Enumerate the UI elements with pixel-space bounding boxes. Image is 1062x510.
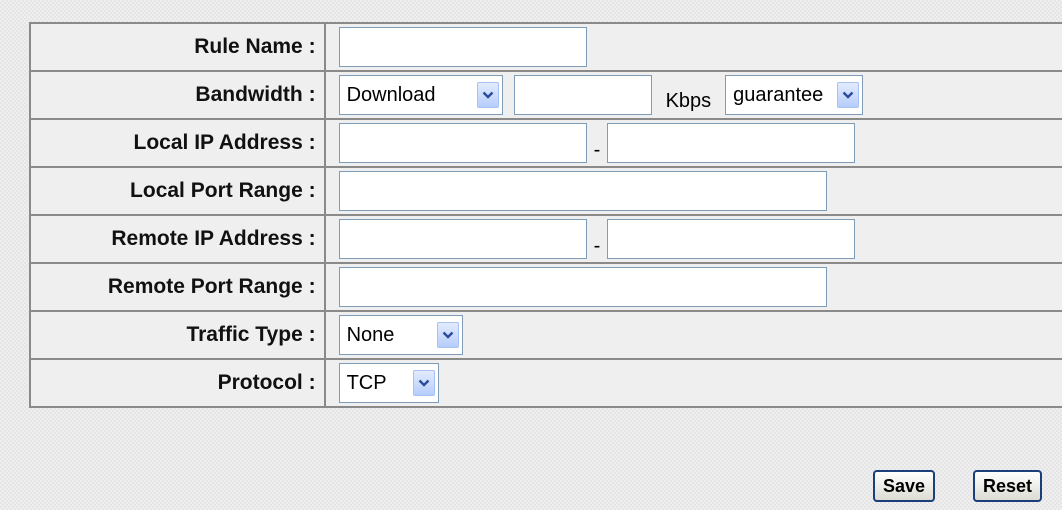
bandwidth-mode-select[interactable]: guarantee bbox=[725, 75, 864, 115]
local-port-cell bbox=[325, 168, 1062, 216]
traffic-type-row: Traffic Type : None bbox=[31, 312, 1062, 360]
local-ip-end-input[interactable] bbox=[607, 123, 856, 163]
remote-ip-start-input[interactable] bbox=[338, 219, 587, 259]
rule-name-cell bbox=[325, 24, 1062, 72]
remote-ip-label: Remote IP Address : bbox=[31, 216, 326, 264]
remote-port-label: Remote Port Range : bbox=[31, 264, 326, 312]
protocol-value: TCP bbox=[346, 371, 387, 394]
bandwidth-direction-select[interactable]: Download bbox=[338, 75, 503, 115]
bandwidth-label: Bandwidth : bbox=[31, 72, 326, 120]
local-ip-start-input[interactable] bbox=[338, 123, 587, 163]
protocol-select[interactable]: TCP bbox=[338, 363, 439, 403]
remote-port-row: Remote Port Range : bbox=[31, 264, 1062, 312]
traffic-type-select[interactable]: None bbox=[338, 315, 463, 355]
rule-name-row: Rule Name : bbox=[31, 24, 1062, 72]
bandwidth-rate-input[interactable] bbox=[513, 75, 652, 115]
remote-ip-row: Remote IP Address : - bbox=[31, 216, 1062, 264]
remote-ip-cell: - bbox=[325, 216, 1062, 264]
remote-ip-separator: - bbox=[593, 234, 601, 257]
remote-ip-end-input[interactable] bbox=[607, 219, 856, 259]
save-button[interactable]: Save bbox=[873, 470, 936, 502]
local-ip-row: Local IP Address : - bbox=[31, 120, 1062, 168]
local-port-input[interactable] bbox=[338, 171, 827, 211]
rule-form-table: Rule Name : Bandwidth : Download Kbps gu… bbox=[29, 22, 1062, 408]
chevron-down-icon[interactable] bbox=[412, 370, 435, 396]
local-port-row: Local Port Range : bbox=[31, 168, 1062, 216]
chevron-down-icon[interactable] bbox=[436, 322, 459, 348]
bandwidth-direction-value: Download bbox=[346, 83, 436, 106]
protocol-cell: TCP bbox=[325, 360, 1062, 408]
remote-port-cell bbox=[325, 264, 1062, 312]
protocol-row: Protocol : TCP bbox=[31, 360, 1062, 408]
rule-name-input[interactable] bbox=[338, 27, 587, 67]
local-ip-label: Local IP Address : bbox=[31, 120, 326, 168]
bandwidth-unit-label: Kbps bbox=[665, 89, 712, 112]
chevron-down-icon[interactable] bbox=[476, 82, 499, 108]
traffic-type-label: Traffic Type : bbox=[31, 312, 326, 360]
local-ip-separator: - bbox=[593, 138, 601, 161]
rule-name-label: Rule Name : bbox=[31, 24, 326, 72]
chevron-down-icon[interactable] bbox=[837, 82, 860, 108]
bandwidth-mode-value: guarantee bbox=[733, 83, 824, 106]
traffic-type-cell: None bbox=[325, 312, 1062, 360]
reset-button[interactable]: Reset bbox=[973, 470, 1043, 502]
local-ip-cell: - bbox=[325, 120, 1062, 168]
bandwidth-cell: Download Kbps guarantee bbox=[325, 72, 1062, 120]
local-port-label: Local Port Range : bbox=[31, 168, 326, 216]
traffic-type-value: None bbox=[346, 323, 395, 346]
protocol-label: Protocol : bbox=[31, 360, 326, 408]
remote-port-input[interactable] bbox=[338, 267, 827, 307]
bandwidth-row: Bandwidth : Download Kbps guarantee bbox=[31, 72, 1062, 120]
